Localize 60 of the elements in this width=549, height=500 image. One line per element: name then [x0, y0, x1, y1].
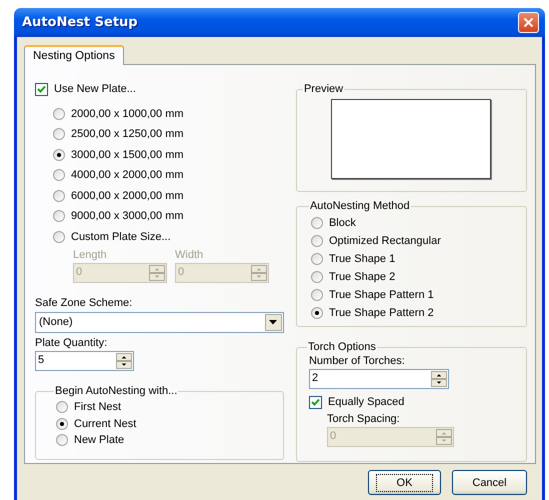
spin-down-icon[interactable] — [430, 379, 447, 387]
spin-up-icon[interactable] — [430, 371, 447, 379]
radio-button[interactable] — [310, 253, 323, 265]
close-icon[interactable] — [523, 17, 534, 28]
option-label[interactable]: 2000,00 x 1000,00 mm — [71, 108, 184, 120]
option-label[interactable]: True Shape 2 — [328, 271, 396, 283]
option-label[interactable]: 3000,00 x 1500,00 mm — [71, 148, 184, 161]
close-button[interactable] — [518, 12, 539, 33]
radio-button[interactable] — [310, 271, 323, 283]
option-label[interactable]: Custom Plate Size... — [71, 230, 171, 243]
option-label[interactable]: Block — [328, 217, 356, 229]
checkbox[interactable] — [308, 396, 322, 409]
checkbox[interactable] — [35, 82, 48, 96]
option-label[interactable]: Current Nest — [74, 418, 136, 430]
spin-field[interactable]: 5 — [35, 351, 134, 371]
group-title: AutoNesting Method — [308, 200, 411, 212]
spin-up-icon[interactable] — [116, 353, 132, 361]
radio-button[interactable] — [310, 289, 323, 301]
radio-button[interactable] — [310, 217, 323, 229]
option-label[interactable]: New Plate — [74, 434, 124, 446]
option-label[interactable]: True Shape Pattern 2 — [328, 307, 434, 319]
option-label[interactable]: 2500,00 x 1250,00 mm — [71, 128, 184, 140]
option-label[interactable]: Optimized Rectangular — [328, 235, 441, 247]
option-label[interactable]: First Nest — [74, 401, 122, 414]
group-title: Begin AutoNesting with... — [54, 385, 178, 397]
radio-button[interactable] — [53, 230, 65, 243]
radio-button[interactable] — [310, 235, 323, 247]
dropdown-arrow-icon[interactable] — [269, 320, 278, 325]
radio-button[interactable] — [53, 190, 65, 202]
tab[interactable]: Nesting Options — [24, 45, 124, 65]
field-label: Number of Torches: — [308, 355, 405, 367]
option-label[interactable]: True Shape Pattern 1 — [328, 289, 434, 301]
field-label: Length — [73, 249, 108, 261]
option-label[interactable]: 6000,00 x 2000,00 mm — [71, 190, 184, 202]
radio-button[interactable] — [56, 401, 68, 414]
dropdown[interactable]: (None) — [35, 312, 284, 333]
radio-button[interactable] — [56, 418, 68, 430]
radio-button[interactable] — [56, 434, 68, 446]
spin-field[interactable]: 2 — [308, 369, 449, 389]
radio-button[interactable] — [53, 210, 65, 222]
field-label: Torch Spacing: — [326, 412, 400, 424]
group-title: Torch Options — [306, 341, 377, 353]
dialog-button[interactable]: OK — [368, 470, 441, 495]
radio-button[interactable] — [53, 128, 65, 140]
field-label: Safe Zone Scheme: — [35, 297, 132, 309]
window-title: AutoNest Setup — [22, 15, 138, 30]
spin-down-icon[interactable] — [116, 361, 132, 369]
option-label[interactable]: 4000,00 x 2000,00 mm — [71, 169, 184, 182]
option-label[interactable]: True Shape 1 — [328, 253, 396, 265]
option-label[interactable]: 9000,00 x 3000,00 mm — [71, 210, 184, 222]
radio-button[interactable] — [53, 148, 65, 161]
checkbox-label[interactable]: Equally Spaced — [328, 396, 404, 408]
field-label: Width — [175, 249, 204, 261]
checkbox-label[interactable]: Use New Plate... — [54, 83, 136, 96]
dialog-button[interactable]: Cancel — [452, 470, 527, 495]
radio-button[interactable] — [310, 307, 323, 319]
radio-button[interactable] — [53, 108, 65, 120]
group-title: Preview — [302, 83, 344, 95]
radio-button[interactable] — [53, 169, 65, 182]
field-label: Plate Quantity: — [35, 337, 108, 349]
